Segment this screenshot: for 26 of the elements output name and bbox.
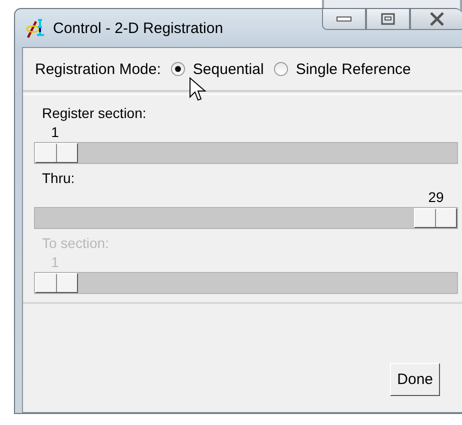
radio-label: Single Reference	[296, 60, 411, 78]
close-icon	[428, 12, 444, 26]
radio-option[interactable]: Single Reference	[274, 60, 411, 78]
maximize-icon	[381, 13, 395, 25]
app-icon	[25, 17, 47, 39]
radio-option[interactable]: Sequential	[170, 60, 264, 78]
slider-track[interactable]	[34, 142, 458, 164]
slider-label: Register section:	[42, 105, 148, 121]
slider-value: 1	[51, 124, 59, 140]
minimize-icon	[336, 15, 352, 23]
mode-label: Registration Mode:	[35, 60, 161, 78]
slider-thumb[interactable]	[414, 208, 457, 228]
maximize-button[interactable]	[366, 9, 410, 30]
radio-button[interactable]	[170, 62, 185, 76]
radio-label: Sequential	[192, 60, 264, 78]
radio-button[interactable]	[274, 62, 288, 76]
slider-value: 1	[51, 254, 59, 270]
slider-label: To section:	[42, 235, 110, 251]
close-button[interactable]	[410, 9, 462, 30]
slider-thumb[interactable]	[35, 143, 78, 163]
slider-label: Thru:	[42, 170, 76, 186]
minimize-button[interactable]	[322, 9, 366, 30]
slider-value: 29	[428, 189, 444, 205]
done-button[interactable]: Done	[390, 363, 440, 396]
slider-track[interactable]	[34, 207, 458, 229]
window-title: Control - 2-D Registration	[53, 20, 224, 36]
